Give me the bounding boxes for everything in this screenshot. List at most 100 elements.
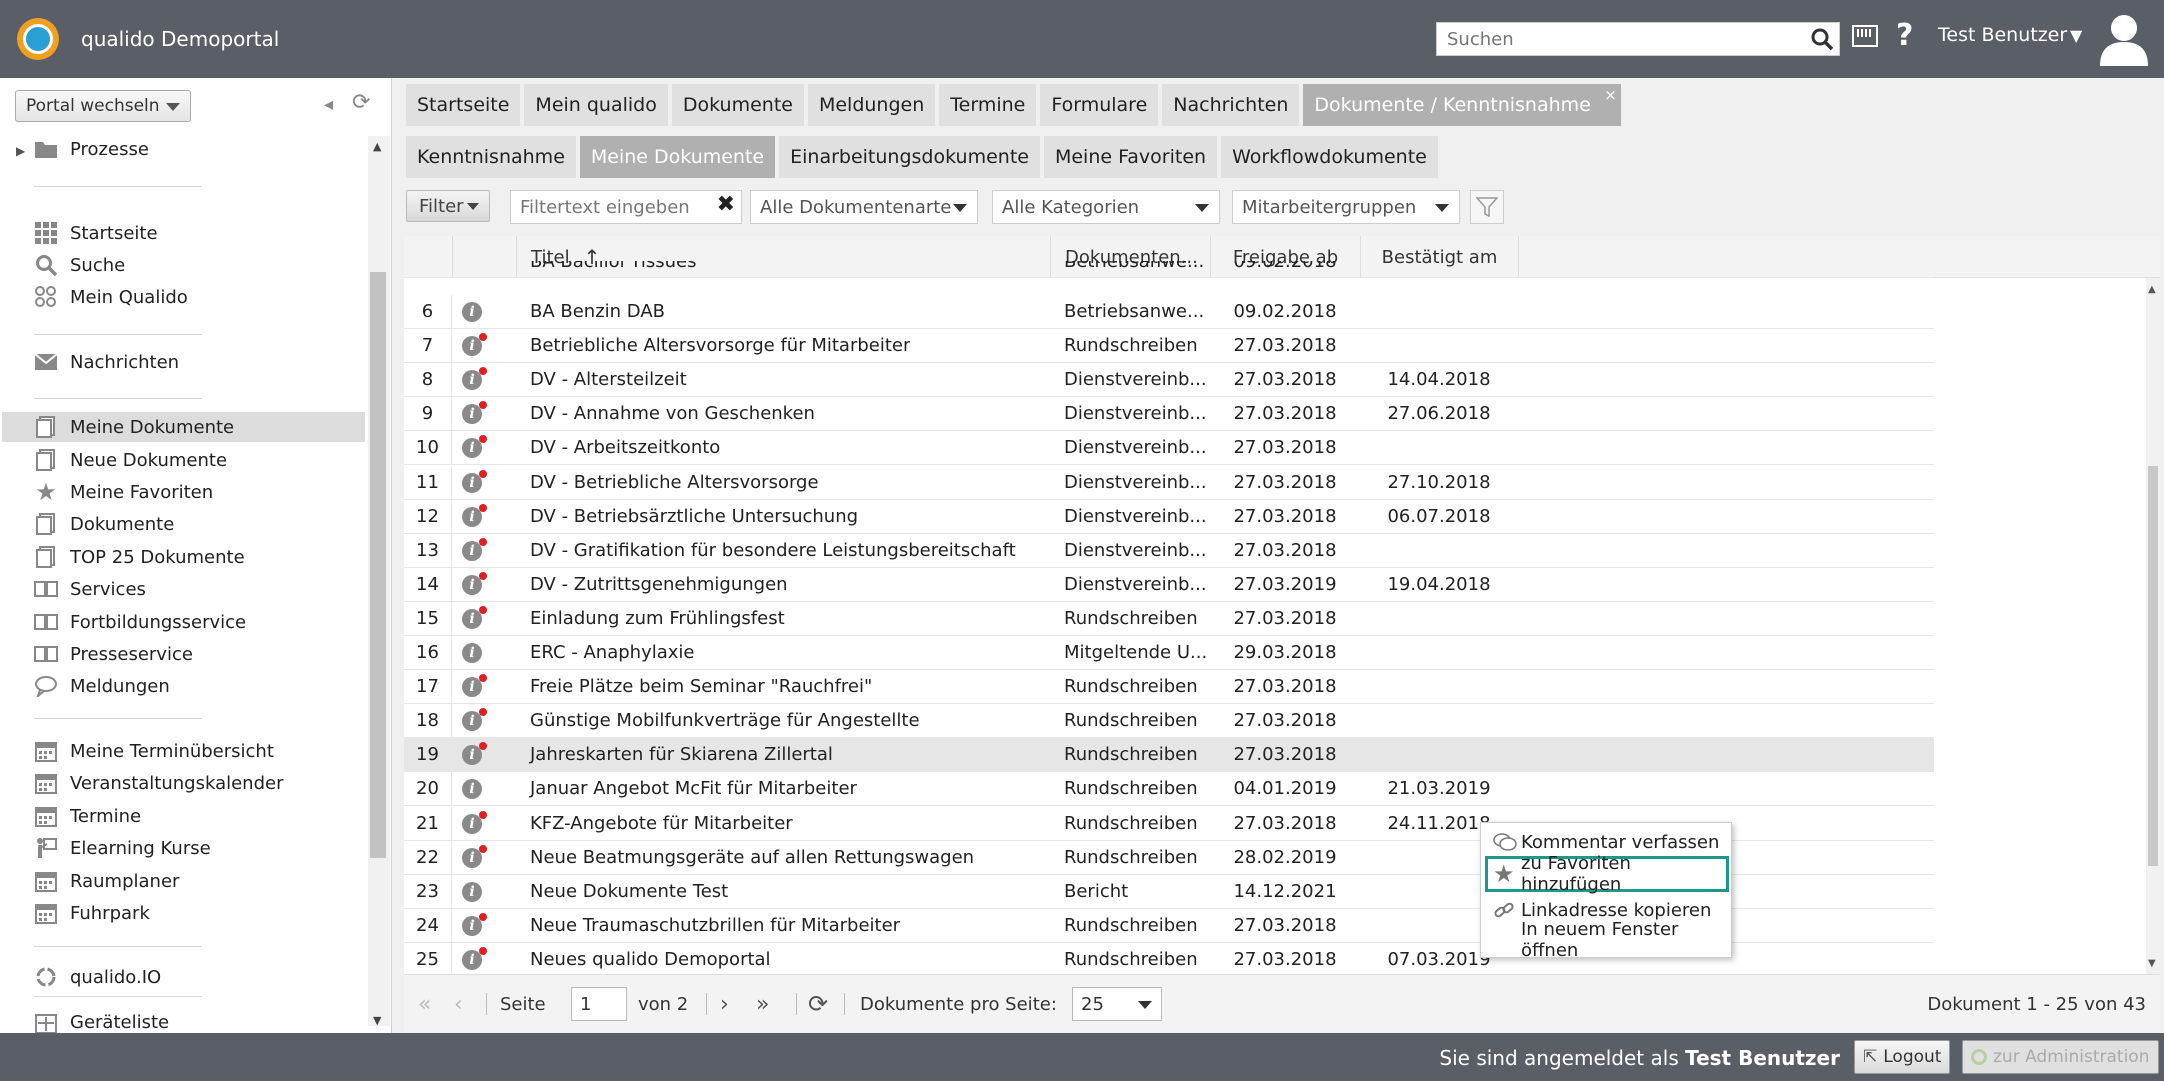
sidebar-item-nachrichten[interactable]: Nachrichten <box>34 347 179 377</box>
sidebar-item-dokumente[interactable]: Dokumente <box>34 509 174 539</box>
table-row[interactable]: 15 i Einladung zum Frühlingsfest Rundschrei… <box>404 601 1934 636</box>
logout-button[interactable]: ⇱ Logout <box>1854 1040 1951 1074</box>
tab-dokumente[interactable]: Dokumente <box>671 84 804 126</box>
sidebar-item-qualido-io[interactable]: qualido.IO <box>34 962 161 992</box>
search-field[interactable] <box>1436 22 1840 56</box>
page-number-input[interactable]: 1 <box>571 987 627 1021</box>
cell-title[interactable]: DV - Gratifikation für besondere Leistun… <box>516 534 1016 567</box>
category-select[interactable]: Alle Kategorien <box>992 190 1220 224</box>
table-row[interactable]: 16 i ERC - Anaphylaxie Mitgeltende U... 29.0… <box>404 636 1934 670</box>
tab-startseite[interactable]: Startseite <box>406 84 521 126</box>
search-icon[interactable] <box>1805 23 1839 55</box>
cell-title[interactable]: DV - Betriebliche Altersvorsorge <box>516 466 819 499</box>
sidebar-item-suche[interactable]: Suche <box>34 250 125 280</box>
menu-item-open-new-window[interactable]: In neuem Fenster öffnen <box>1485 919 1729 961</box>
group-select[interactable]: Mitarbeitergruppen <box>1232 190 1460 224</box>
chevron-down-icon[interactable]: ▼ <box>2070 26 2082 45</box>
refresh-icon[interactable]: ⟳ <box>352 90 370 115</box>
first-page-icon[interactable]: « <box>418 975 431 1033</box>
scroll-up-icon[interactable]: ▲ <box>373 140 381 153</box>
tab-formulare[interactable]: Formulare <box>1040 84 1159 126</box>
table-row[interactable]: 11 i DV - Betriebliche Altersvorsorge Diens… <box>404 465 1934 500</box>
scroll-down-icon[interactable]: ▼ <box>2148 958 2156 969</box>
table-row[interactable]: 6 i BA Benzin DAB Betriebsanwe... 09.02.2018 <box>404 295 1934 329</box>
tab-kenntnisnahme[interactable]: Kenntnisnahme <box>406 136 576 178</box>
doc-type-select[interactable]: Alle Dokumentenarte <box>750 190 978 224</box>
expand-arrow-icon[interactable]: ▶ <box>16 144 25 158</box>
cell-title[interactable]: Betriebliche Altersvorsorge für Mitarbei… <box>516 329 910 362</box>
cell-title[interactable]: DV - Arbeitszeitkonto <box>516 431 720 464</box>
table-row[interactable]: 18 i Günstige Mobilfunkverträge für Angest… <box>404 704 1934 739</box>
cell-title[interactable]: DV - Zutrittsgenehmigungen <box>516 568 788 601</box>
filter-funnel-icon[interactable] <box>1470 190 1504 224</box>
cell-title[interactable]: Einladung zum Frühlingsfest <box>516 602 785 635</box>
user-name[interactable]: Test Benutzer <box>1938 24 2067 46</box>
scroll-up-icon[interactable]: ▲ <box>2148 284 2156 295</box>
sidebar-scroll-thumb[interactable] <box>370 272 386 858</box>
cell-title[interactable]: Freie Plätze beim Seminar "Rauchfrei" <box>516 670 872 703</box>
sidebar-item-fortbildungsservice[interactable]: Fortbildungsservice <box>34 607 246 637</box>
last-page-icon[interactable]: » <box>756 975 769 1033</box>
close-icon[interactable]: × <box>1604 86 1617 104</box>
app-logo[interactable] <box>17 18 59 60</box>
cell-title[interactable]: Neue Traumaschutzbrillen für Mitarbeiter <box>516 909 900 942</box>
sidebar-item-raumplaner[interactable]: Raumplaner <box>34 866 179 896</box>
per-page-select[interactable]: 25 <box>1072 987 1162 1021</box>
info-icon[interactable]: i <box>462 779 482 800</box>
clear-icon[interactable]: ✖ <box>717 192 735 217</box>
sidebar-item-meine-dokumente[interactable]: Meine Dokumente <box>2 412 365 442</box>
cell-title[interactable]: DV - Annahme von Geschenken <box>516 397 815 430</box>
sidebar-item-termine[interactable]: Termine <box>34 801 141 831</box>
table-scroll-thumb[interactable] <box>2148 466 2158 866</box>
tab-meine-favoriten[interactable]: Meine Favoriten <box>1043 136 1218 178</box>
cell-title[interactable]: BA Benzin DAB <box>516 295 665 328</box>
cell-title[interactable]: Günstige Mobilfunkverträge für Angestell… <box>516 704 920 737</box>
filter-text-input[interactable]: Filtertext eingeben ✖ <box>510 190 742 224</box>
sidebar-item-veranstaltungskalender[interactable]: Veranstaltungskalender <box>34 768 284 798</box>
sidebar-item-meine-favoriten[interactable]: ★ Meine Favoriten <box>34 477 213 507</box>
portal-switch-select[interactable]: Portal wechseln <box>15 90 191 122</box>
sidebar-item-fuhrpark[interactable]: Fuhrpark <box>34 898 150 928</box>
sidebar-item-prozesse[interactable]: Prozesse <box>34 134 149 164</box>
prev-page-icon[interactable]: ‹ <box>454 975 463 1033</box>
refresh-icon[interactable]: ⟳ <box>808 975 828 1033</box>
cell-title[interactable]: Neue Dokumente Test <box>516 875 728 908</box>
info-icon[interactable]: i <box>462 881 482 902</box>
table-row[interactable]: 20 i Januar Angebot McFit für Mitarbeiter R… <box>404 772 1934 807</box>
tab-nachrichten[interactable]: Nachrichten <box>1162 84 1300 126</box>
table-row-partial[interactable]: BA Bacillol Tissues Betriebsanwe... 09.0… <box>404 261 1934 278</box>
cell-title[interactable]: ERC - Anaphylaxie <box>516 636 695 669</box>
tab-workflowdokumente[interactable]: Workflowdokumente <box>1221 136 1438 178</box>
cell-title[interactable]: Neue Beatmungsgeräte auf allen Rettungsw… <box>516 841 974 874</box>
table-row[interactable]: 12 i DV - Betriebsärztliche Untersuchung Di… <box>404 499 1934 534</box>
cell-title[interactable]: DV - Altersteilzeit <box>516 363 687 396</box>
sidebar-item-services[interactable]: Services <box>34 574 146 604</box>
cell-title[interactable]: Neues qualido Demoportal <box>516 943 771 974</box>
info-icon[interactable]: i <box>462 302 482 322</box>
cell-title[interactable]: Jahreskarten für Skiarena Zillertal <box>516 738 833 771</box>
tab-meldungen[interactable]: Meldungen <box>807 84 936 126</box>
table-row[interactable]: 13 i DV - Gratifikation für besondere Leis… <box>404 533 1934 568</box>
barcode-icon[interactable] <box>1852 24 1878 54</box>
table-row[interactable]: 17 i Freie Plätze beim Seminar "Rauchfrei"… <box>404 670 1934 705</box>
sidebar-item-neue-dokumente[interactable]: Neue Dokumente <box>34 445 227 475</box>
table-row[interactable]: 19 i Jahreskarten für Skiarena Zillertal Ru… <box>404 738 1934 773</box>
menu-item-add-favorite[interactable]: ★ zu Favoriten hinzufügen <box>1485 853 1729 895</box>
sidebar-item-elearning[interactable]: Elearning Kurse <box>34 833 211 863</box>
collapse-sidebar-icon[interactable]: ◂ <box>324 94 333 115</box>
tab-einarbeitungsdokumente[interactable]: Einarbeitungsdokumente <box>779 136 1040 178</box>
sidebar-item-mein-qualido[interactable]: Mein Qualido <box>34 282 188 312</box>
filter-button[interactable]: Filter <box>406 190 490 222</box>
next-page-icon[interactable]: › <box>720 975 729 1033</box>
avatar[interactable] <box>2096 12 2152 66</box>
help-icon[interactable]: ? <box>1896 18 1913 53</box>
sidebar-item-meine-terminuebersicht[interactable]: Meine Terminübersicht <box>34 736 274 766</box>
table-row[interactable]: 8 i DV - Altersteilzeit Dienstvereinb... 27.… <box>404 363 1934 398</box>
scroll-down-icon[interactable]: ▼ <box>373 1014 381 1027</box>
tab-termine[interactable]: Termine <box>939 84 1037 126</box>
cell-title[interactable]: KFZ-Angebote für Mitarbeiter <box>516 807 793 840</box>
sidebar-item-geraeteliste[interactable]: Geräteliste <box>34 1012 169 1034</box>
table-row[interactable]: 10 i DV - Arbeitszeitkonto Dienstvereinb...… <box>404 431 1934 466</box>
table-row[interactable]: 9 i DV - Annahme von Geschenken Dienstverei… <box>404 397 1934 432</box>
admin-button[interactable]: zur Administration <box>1962 1040 2159 1074</box>
